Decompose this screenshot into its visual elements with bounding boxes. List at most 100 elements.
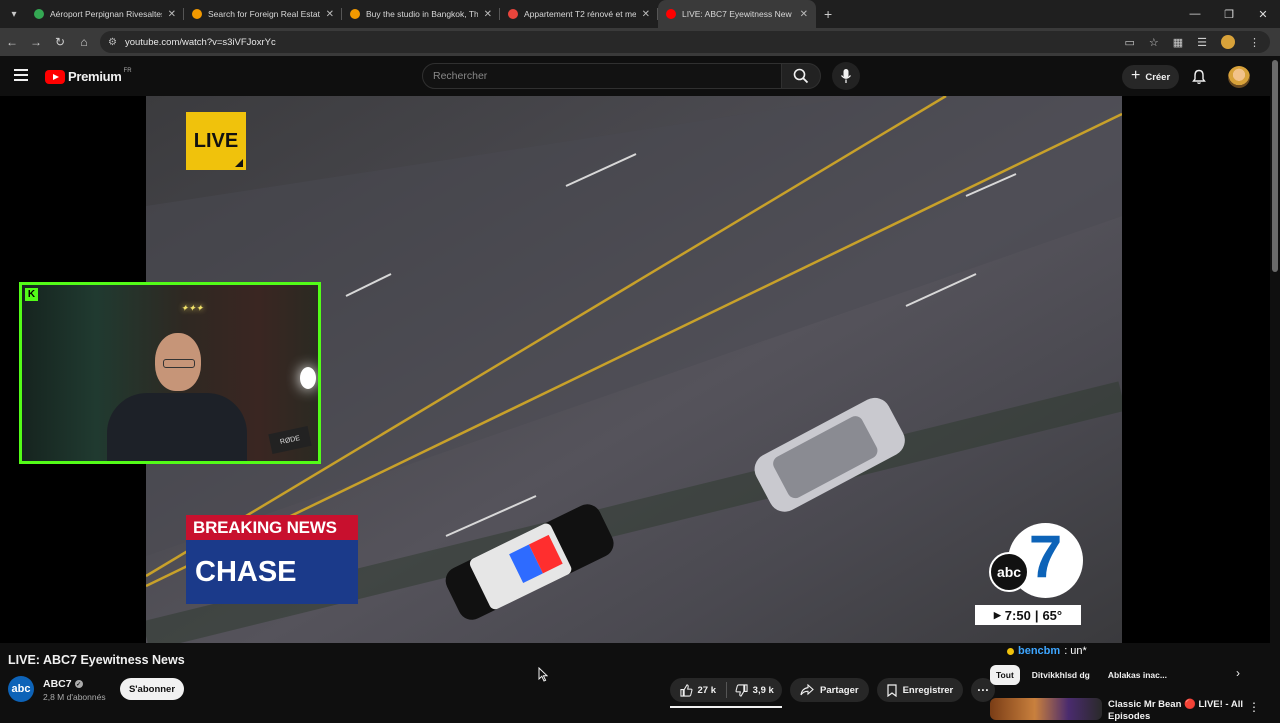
tab-close-icon[interactable]: ✕ — [800, 9, 808, 20]
browser-tab[interactable]: Search for Foreign Real Estate ✕ — [184, 0, 342, 28]
microphone-icon — [840, 69, 852, 83]
chip-all[interactable]: Tout — [990, 665, 1020, 685]
tab-favicon-icon — [192, 9, 202, 19]
lamp-light — [300, 367, 316, 389]
plus-icon: + — [1131, 67, 1141, 84]
save-label: Enregistrer — [902, 684, 954, 696]
kick-logo-icon: K — [25, 288, 38, 301]
search-button[interactable] — [781, 63, 821, 89]
share-label: Partager — [820, 684, 859, 696]
chat-message: bencbm : un* — [1007, 645, 1087, 657]
clock-time: 7:50 — [1004, 607, 1031, 623]
notifications-button[interactable] — [1190, 68, 1208, 86]
youtube-play-icon — [45, 69, 65, 84]
back-icon[interactable]: ← — [0, 30, 24, 54]
channel-avatar[interactable]: abc — [8, 676, 34, 702]
logo-text: Premium — [68, 69, 122, 84]
profile-icon[interactable] — [1221, 35, 1235, 49]
tab-favicon-icon — [508, 9, 518, 19]
search-input[interactable] — [423, 64, 781, 88]
new-tab-button[interactable]: + — [824, 6, 832, 22]
menu-icon[interactable] — [14, 69, 28, 81]
abc-logo: abc — [989, 552, 1029, 592]
like-count: 27 k — [697, 684, 717, 696]
search-icon — [793, 68, 809, 84]
video-title: LIVE: ABC7 Eyewitness News — [8, 653, 185, 667]
url-text: youtube.com/watch?v=s3iVFJoxrYc — [124, 36, 276, 48]
bell-icon — [1192, 69, 1206, 85]
site-info-icon[interactable]: ⚙ — [108, 37, 117, 48]
divider: | — [1034, 607, 1039, 623]
breaking-news-banner: BREAKING NEWS — [186, 515, 358, 540]
headline-banner: CHASE — [186, 540, 358, 604]
extensions-icon[interactable]: ▦ — [1173, 36, 1183, 49]
minimize-button[interactable]: — — [1178, 0, 1212, 28]
user-avatar[interactable] — [1228, 66, 1250, 88]
cast-icon[interactable]: ▭ — [1124, 36, 1134, 49]
temperature: 65° — [1042, 607, 1063, 623]
tab-close-icon[interactable]: ✕ — [168, 9, 176, 20]
like-dislike-group: 27 k 3,9 k — [670, 678, 782, 702]
tab-favicon-icon — [350, 9, 360, 19]
filter-chips: Tout Ditvikkhlsd dg Ablakas inac... — [990, 664, 1173, 686]
bookmark-icon — [886, 683, 897, 697]
like-button[interactable]: 27 k — [670, 678, 726, 702]
forward-icon[interactable]: → — [24, 30, 48, 54]
search-box — [422, 63, 782, 89]
browser-tab[interactable]: Aéroport Perpignan Rivesaltes ✕ — [26, 0, 184, 28]
browser-tab[interactable]: Appartement T2 rénové et meu ✕ — [500, 0, 658, 28]
tab-close-icon[interactable]: ✕ — [484, 9, 492, 20]
thumbs-down-icon — [735, 683, 748, 697]
bookmark-star-icon[interactable]: ☆ — [1149, 36, 1159, 49]
browser-tab[interactable]: LIVE: ABC7 Eyewitness New ✕ — [658, 0, 816, 28]
create-label: Créer — [1145, 71, 1171, 83]
dislike-count: 3,9 k — [752, 684, 774, 696]
tab-close-icon[interactable]: ✕ — [642, 9, 650, 20]
recommended-thumbnail[interactable] — [990, 698, 1102, 720]
video-actions: 27 k 3,9 k Partager Enregistrer ··· — [670, 678, 996, 702]
channel-name[interactable]: ABC7 ✓ — [43, 678, 83, 690]
chip-mixed[interactable]: Ditvikkhlsd dg — [1026, 665, 1096, 685]
subscribe-button[interactable]: S'abonner — [120, 678, 184, 700]
recommended-more-icon[interactable]: ⋮ — [1248, 700, 1260, 714]
chat-username: bencbm — [1018, 645, 1061, 657]
subscriber-count: 2,8 M d'abonnés — [43, 692, 106, 702]
browser-menu-icon[interactable]: ⋮ — [1249, 36, 1260, 49]
chip-related[interactable]: Ablakas inac... — [1102, 665, 1173, 685]
recommended-title[interactable]: Classic Mr Bean 🔴 LIVE! - All Episodes — [1108, 699, 1248, 723]
thumbs-up-icon — [679, 683, 692, 697]
chat-text: : un* — [1064, 645, 1087, 657]
country-code: FR — [123, 67, 132, 74]
voice-search-button[interactable] — [832, 62, 860, 90]
chat-badge-icon — [1007, 647, 1014, 655]
tab-title: LIVE: ABC7 Eyewitness New — [682, 9, 792, 19]
neon-sign: ✦✦✦ — [180, 303, 204, 313]
page-scrollbar[interactable] — [1272, 60, 1278, 272]
restore-button[interactable]: ❐ — [1212, 0, 1246, 28]
verified-icon: ✓ — [74, 680, 83, 688]
share-button[interactable]: Partager — [790, 678, 869, 702]
save-button[interactable]: Enregistrer — [876, 678, 964, 702]
dislike-button[interactable]: 3,9 k — [727, 678, 783, 702]
tab-favicon-icon — [34, 9, 44, 19]
streamer-webcam: K ✦✦✦ RØDE — [19, 282, 321, 464]
address-bar[interactable]: ⚙ youtube.com/watch?v=s3iVFJoxrYc ▭ ☆ ▦ … — [100, 31, 1270, 53]
close-window-button[interactable]: ✕ — [1246, 0, 1280, 28]
channel-name-text: ABC7 — [43, 678, 72, 690]
tab-favicon-icon — [666, 9, 676, 19]
create-button[interactable]: + Créer — [1122, 65, 1180, 89]
tab-title: Search for Foreign Real Estate — [208, 9, 320, 19]
microphone-brand: RØDE — [268, 426, 312, 454]
play-triangle-icon: ▶ — [993, 609, 1001, 620]
tab-search-icon[interactable]: ▾ — [2, 3, 26, 25]
chevron-right-icon[interactable]: › — [1236, 666, 1240, 680]
youtube-premium-logo[interactable]: Premium FR — [45, 67, 132, 84]
home-icon[interactable]: ⌂ — [72, 30, 96, 54]
like-ratio-bar — [670, 706, 782, 708]
browser-tab-strip: ▾ Aéroport Perpignan Rivesaltes ✕ Search f… — [0, 0, 1280, 28]
media-controls-icon[interactable]: ☰ — [1197, 36, 1207, 49]
tab-close-icon[interactable]: ✕ — [326, 9, 334, 20]
video-player[interactable]: LIVE BREAKING NEWS CHASE 7 abc ▶ 7:50 | … — [0, 96, 1270, 643]
browser-tab[interactable]: Buy the studio in Bangkok, Tha ✕ — [342, 0, 500, 28]
reload-icon[interactable]: ↻ — [48, 30, 72, 54]
